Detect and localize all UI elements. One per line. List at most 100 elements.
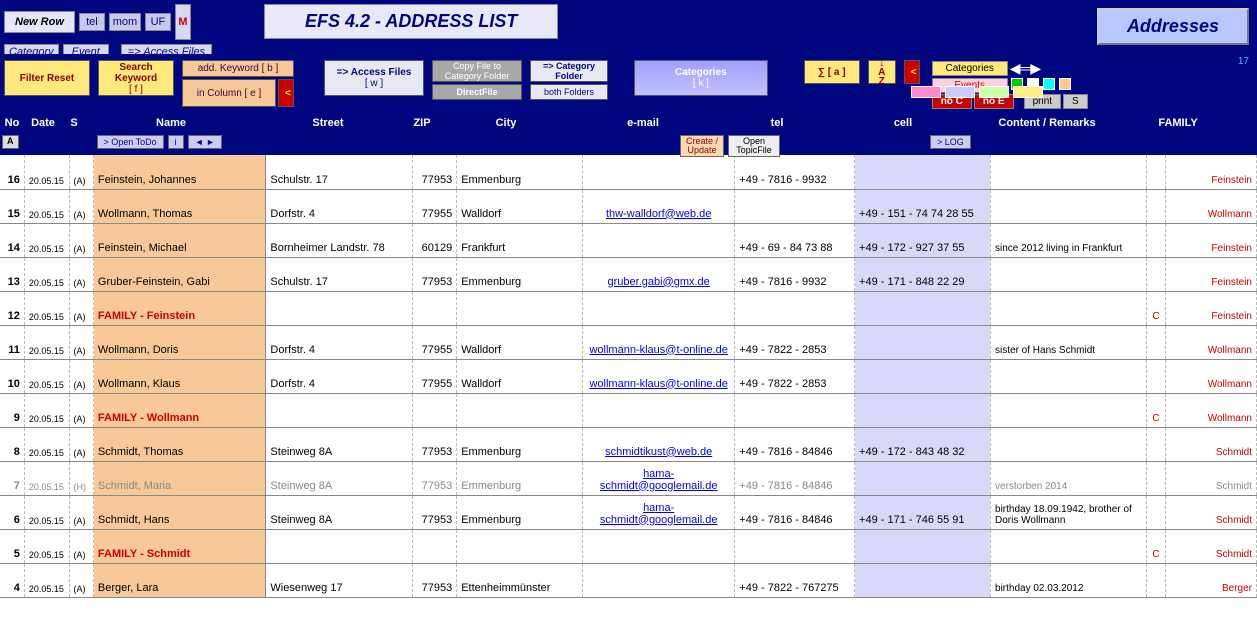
table-row[interactable]: 420.05.15(A)Berger, LaraWiesenweg 177795…	[0, 563, 1257, 597]
cell-zip	[412, 529, 457, 563]
i-button[interactable]: i	[168, 135, 184, 149]
m-button[interactable]: M	[175, 4, 191, 40]
email-link[interactable]: schmidtikust@web.de	[605, 446, 712, 458]
tel-button[interactable]: tel	[79, 13, 105, 31]
table-row[interactable]: 1320.05.15(A)Gruber-Feinstein, GabiSchul…	[0, 257, 1257, 291]
table-row[interactable]: 520.05.15(A)FAMILY - SchmidtCSchmidt	[0, 529, 1257, 563]
cell-no: 13	[0, 257, 24, 291]
cell-cellphone	[855, 325, 991, 359]
cyan-square[interactable]	[1043, 78, 1055, 90]
open-topicfile-button[interactable]: Open TopicFile	[728, 135, 780, 157]
cell-family: Feinstein	[1165, 257, 1256, 291]
cell-family: Wollmann	[1165, 189, 1256, 223]
s-button[interactable]: S	[1063, 94, 1088, 109]
command-bar: 17 Filter Reset Search Keyword[ f ] add.…	[0, 54, 1257, 113]
hdr-tel: tel	[718, 117, 836, 129]
cell-date: 20.05.15	[24, 223, 69, 257]
add-keyword-button[interactable]: add. Keyword [ b ]	[182, 60, 294, 77]
lav-swatch[interactable]	[945, 86, 975, 98]
cell-street: Bornheimer Landstr. 78	[266, 223, 412, 257]
cell-cflag	[1147, 495, 1165, 529]
cell-name: FAMILY - Feinstein	[93, 291, 266, 325]
cell-cellphone: +49 - 151 - 74 74 28 55	[855, 189, 991, 223]
access-files-button[interactable]: => Access Files[ w ]	[324, 60, 424, 96]
cell-remarks: sister of Hans Schmidt	[991, 325, 1147, 359]
table-row[interactable]: 620.05.15(A)Schmidt, HansSteinweg 8A7795…	[0, 495, 1257, 529]
table-row[interactable]: 1120.05.15(A)Wollmann, DorisDorfstr. 477…	[0, 325, 1257, 359]
cell-tel	[735, 529, 855, 563]
orange-square[interactable]	[1059, 78, 1071, 90]
sigma-button[interactable]: ∑ [ a ]	[804, 60, 860, 84]
addresses-button[interactable]: Addresses	[1097, 8, 1249, 45]
categories-link[interactable]: Categories	[932, 61, 1008, 76]
cell-name: Wollmann, Thomas	[93, 189, 266, 223]
table-row[interactable]: 1220.05.15(A)FAMILY - FeinsteinCFeinstei…	[0, 291, 1257, 325]
cell-cellphone: +49 - 171 - 848 22 29	[855, 257, 991, 291]
cell-s: (A)	[69, 291, 93, 325]
table-row[interactable]: 920.05.15(A)FAMILY - WollmannCWollmann	[0, 393, 1257, 427]
lt-red2-button[interactable]: <	[904, 60, 920, 84]
in-column-button[interactable]: in Column [ e ]	[182, 79, 276, 107]
uf-button[interactable]: UF	[145, 13, 171, 31]
cell-city: Walldorf	[457, 189, 583, 223]
green-swatch[interactable]	[979, 86, 1009, 98]
new-row-button[interactable]: New Row	[4, 11, 75, 33]
create-update-button[interactable]: Create / Update	[680, 135, 724, 157]
cell-cflag	[1147, 563, 1165, 597]
email-link[interactable]: thw-walldorf@web.de	[606, 208, 711, 220]
cell-family: Schmidt	[1165, 461, 1256, 495]
cell-date: 20.05.15	[24, 393, 69, 427]
copy-file-button[interactable]: Copy File to Category Folder	[432, 60, 522, 82]
categories-button[interactable]: Categories[ k ]	[634, 60, 768, 96]
yel-swatch[interactable]	[1013, 86, 1043, 98]
cell-email	[583, 563, 735, 597]
table-row[interactable]: 720.05.15(H)Schmidt, MariaSteinweg 8A779…	[0, 461, 1257, 495]
email-link[interactable]: hama-schmidt@googlemail.de	[600, 502, 718, 526]
mom-button[interactable]: mom	[109, 13, 141, 31]
category-folder-button[interactable]: => Category Folder	[530, 60, 608, 82]
a-filter-button[interactable]: A	[2, 135, 19, 149]
cell-date: 20.05.15	[24, 291, 69, 325]
cell-remarks: since 2012 living in Frankfurt	[991, 223, 1147, 257]
pink-swatch[interactable]	[911, 86, 941, 98]
table-row[interactable]: 820.05.15(A)Schmidt, ThomasSteinweg 8A77…	[0, 427, 1257, 461]
cell-street	[266, 291, 412, 325]
direct-file-button[interactable]: DirectFile	[432, 84, 522, 100]
email-link[interactable]: wollmann-klaus@t-online.de	[589, 344, 727, 356]
table-row[interactable]: 1520.05.15(A)Wollmann, ThomasDorfstr. 47…	[0, 189, 1257, 223]
table-row[interactable]: 1420.05.15(A)Feinstein, MichaelBornheime…	[0, 223, 1257, 257]
open-todo-button[interactable]: > Open ToDo	[97, 135, 164, 149]
nav-arrows-icon[interactable]: ◀═▶	[1010, 60, 1041, 77]
cell-street	[266, 393, 412, 427]
lt-red-button[interactable]: <	[278, 79, 294, 107]
cell-email	[583, 529, 735, 563]
cell-email: wollmann-klaus@t-online.de	[583, 359, 735, 393]
cell-cflag: C	[1147, 529, 1165, 563]
cell-no: 7	[0, 461, 24, 495]
email-link[interactable]: hama-schmidt@googlemail.de	[600, 468, 718, 492]
log-button[interactable]: > LOG	[930, 135, 971, 149]
cell-tel: +49 - 7816 - 84846	[735, 495, 855, 529]
sort-az-button[interactable]: ↓ AZ	[868, 60, 896, 84]
cell-s: (A)	[69, 563, 93, 597]
cell-city	[457, 529, 583, 563]
cell-street: Dorfstr. 4	[266, 325, 412, 359]
filter-reset-button[interactable]: Filter Reset	[4, 60, 90, 96]
table-row[interactable]: 1020.05.15(A)Wollmann, KlausDorfstr. 477…	[0, 359, 1257, 393]
arrows-button[interactable]: ◄ ►	[188, 135, 222, 149]
cell-no: 11	[0, 325, 24, 359]
table-row[interactable]: 1620.05.15(A)Feinstein, JohannesSchulstr…	[0, 155, 1257, 189]
search-keyword-button[interactable]: Search Keyword[ f ]	[98, 60, 174, 96]
cell-city: Emmenburg	[457, 257, 583, 291]
cell-street: Schulstr. 17	[266, 257, 412, 291]
cell-cellphone	[855, 461, 991, 495]
cell-family: Feinstein	[1165, 223, 1256, 257]
email-link[interactable]: gruber.gabi@gmx.de	[608, 276, 710, 288]
both-folders-button[interactable]: both Folders	[530, 84, 608, 100]
cell-email	[583, 223, 735, 257]
email-link[interactable]: wollmann-klaus@t-online.de	[589, 378, 727, 390]
cell-remarks	[991, 155, 1147, 189]
cell-email: hama-schmidt@googlemail.de	[583, 461, 735, 495]
cell-s: (A)	[69, 427, 93, 461]
cell-family: Schmidt	[1165, 427, 1256, 461]
